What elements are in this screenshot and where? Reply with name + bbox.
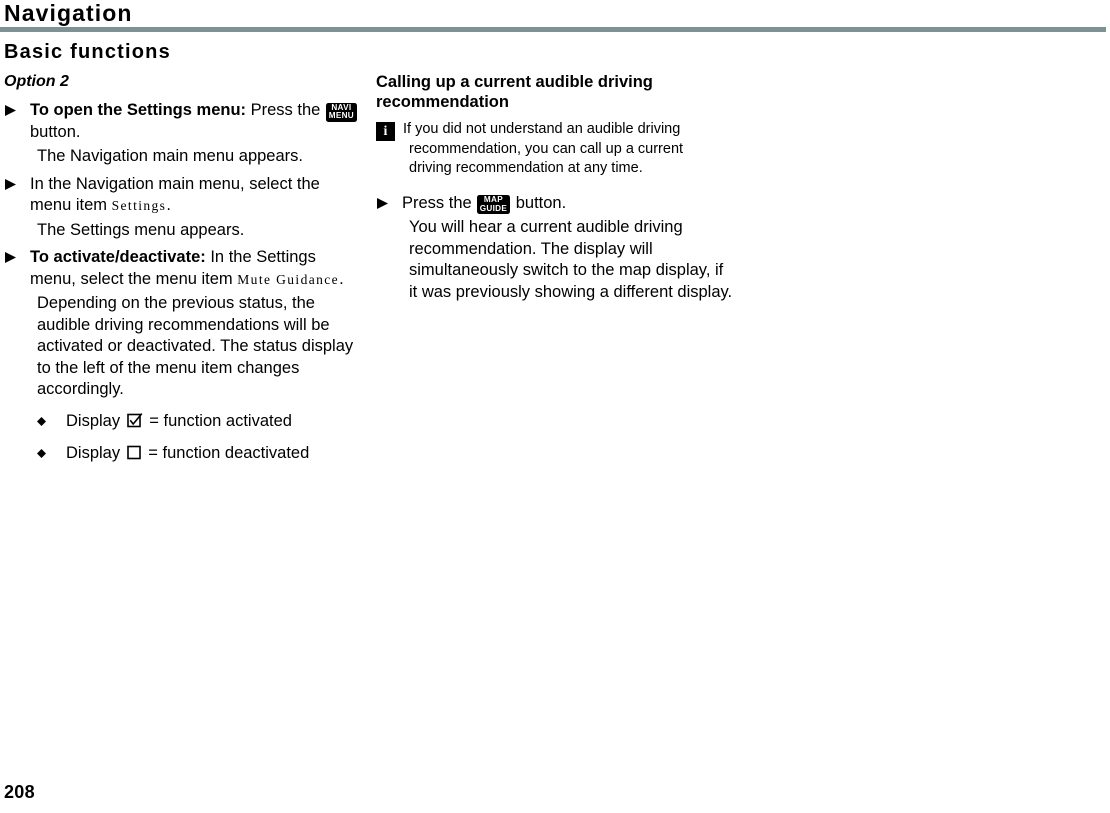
list-item: Display = function activated bbox=[37, 411, 359, 435]
info-icon: i bbox=[376, 122, 395, 141]
step-text-before-button: Press the bbox=[246, 101, 325, 119]
info-note-line1: If you did not understand an audible dri… bbox=[403, 121, 681, 137]
option-subhead: Option 2 bbox=[4, 73, 69, 90]
navi-menu-line2: MENU bbox=[328, 111, 354, 120]
diamond-bullet-icon bbox=[37, 444, 66, 466]
step-lead: To activate/deactivate: bbox=[30, 248, 206, 266]
step-result-settings-menu: The Settings menu appears. bbox=[37, 220, 245, 239]
step-text: Press the MAP GUIDE button. bbox=[402, 193, 736, 214]
checkbox-checked-icon bbox=[126, 412, 143, 435]
section-title: Basic functions bbox=[4, 41, 171, 63]
checkbox-empty-icon bbox=[126, 444, 142, 467]
triangle-right-icon bbox=[4, 100, 30, 117]
step-text-before-item: In the Navigation main menu, select the … bbox=[30, 174, 320, 215]
triangle-right-icon bbox=[376, 193, 402, 210]
right-column: Calling up a current audible driving rec… bbox=[376, 72, 736, 309]
status-description: = function activated bbox=[149, 411, 292, 430]
list-item: Display = function deactivated bbox=[37, 443, 359, 467]
map-guide-button-icon[interactable]: MAP GUIDE bbox=[477, 195, 511, 214]
info-note-line2: recommendation, you can call up a curren… bbox=[409, 140, 684, 157]
status-display-list: Display = function activated Display = f… bbox=[37, 411, 359, 467]
step-open-settings-menu: To open the Settings menu: Press the NAV… bbox=[4, 100, 359, 143]
menu-item-settings[interactable]: Settings bbox=[112, 198, 167, 213]
step-text-after-button: button. bbox=[30, 122, 81, 141]
step-text-after-button: button. bbox=[511, 193, 567, 212]
step-lead: To open the Settings menu: bbox=[30, 101, 247, 119]
page-header: Navigation Basic functions bbox=[0, 0, 1110, 64]
right-column-heading: Calling up a current audible driving rec… bbox=[376, 73, 653, 111]
list-item-text: Display = function activated bbox=[66, 411, 292, 435]
triangle-right-icon bbox=[4, 247, 30, 264]
triangle-right-icon bbox=[4, 174, 30, 191]
step-activate-deactivate: To activate/deactivate: In the Settings … bbox=[4, 247, 359, 290]
step-result-status-display: Depending on the previous status, the au… bbox=[37, 294, 354, 398]
info-note-text: If you did not understand an audible dri… bbox=[403, 120, 736, 179]
left-column: Option 2 To open the Settings menu: Pres… bbox=[4, 72, 359, 476]
step-text: In the Navigation main menu, select the … bbox=[30, 174, 359, 217]
map-guide-line2: GUIDE bbox=[480, 203, 508, 213]
chapter-title: Navigation bbox=[4, 0, 133, 26]
page-number: 208 bbox=[4, 782, 35, 802]
step-text-after-item: . bbox=[339, 269, 344, 288]
info-note: i If you did not understand an audible d… bbox=[376, 120, 736, 179]
step-text-before-button: Press the bbox=[402, 193, 477, 212]
status-label: Display bbox=[66, 411, 121, 430]
step-result-navigation-main-menu: The Navigation main menu appears. bbox=[37, 147, 303, 165]
navi-menu-button-icon[interactable]: NAVI MENU bbox=[325, 102, 357, 122]
diamond-bullet-icon bbox=[37, 412, 66, 434]
status-description: = function deactivated bbox=[148, 444, 310, 462]
step-text: To open the Settings menu: Press the NAV… bbox=[30, 100, 359, 143]
step-press-map-guide: Press the MAP GUIDE button. bbox=[376, 193, 736, 214]
list-item-text: Display = function deactivated bbox=[66, 443, 309, 467]
step-text: To activate/deactivate: In the Settings … bbox=[30, 247, 359, 290]
step-result-audible-recommendation: You will hear a current audible driving … bbox=[409, 218, 733, 301]
step-text-after-item: . bbox=[166, 196, 171, 214]
status-label: Display bbox=[66, 444, 121, 462]
info-note-line3: driving recommendation at any time. bbox=[409, 160, 643, 176]
menu-item-mute-guidance[interactable]: Mute Guidance bbox=[237, 272, 339, 287]
step-select-settings-item: In the Navigation main menu, select the … bbox=[4, 174, 359, 217]
